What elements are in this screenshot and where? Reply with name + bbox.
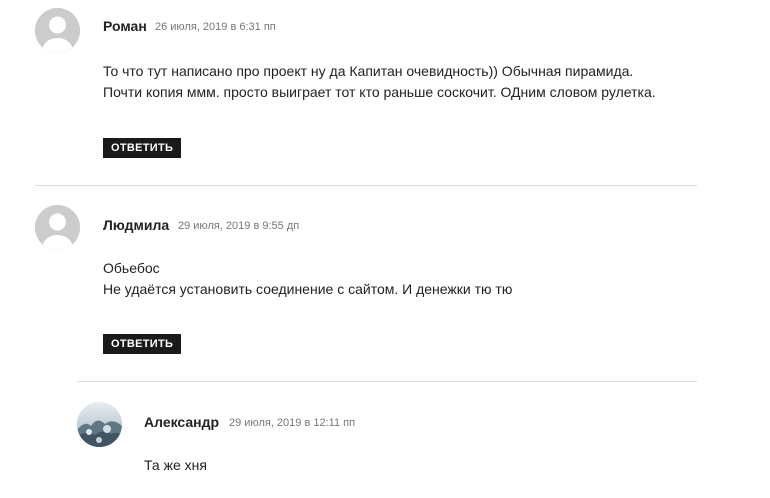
default-user-icon xyxy=(35,8,80,53)
avatar-default xyxy=(35,205,80,250)
user-photo-icon xyxy=(77,402,122,447)
comment-text-line: Почти копия ммм. просто выиграет тот кто… xyxy=(103,84,656,100)
comment-divider xyxy=(35,185,697,186)
comment-text: Обьебос Не удаётся установить соединение… xyxy=(103,258,512,300)
comment-author[interactable]: Людмила xyxy=(103,217,169,233)
comment-text: То что тут написано про проект ну да Кап… xyxy=(103,61,656,103)
reply-button[interactable]: ОТВЕТИТЬ xyxy=(103,138,182,158)
default-user-icon xyxy=(35,205,80,250)
comment-author[interactable]: Александр xyxy=(144,414,219,430)
comment-text-line: Обьебос xyxy=(103,260,160,276)
comment-date[interactable]: 26 июля, 2019 в 6:31 пп xyxy=(155,21,276,33)
reply-button[interactable]: ОТВЕТИТЬ xyxy=(103,334,182,354)
comment-text-line: То что тут написано про проект ну да Кап… xyxy=(103,63,634,79)
avatar-default xyxy=(35,8,80,53)
comment-divider xyxy=(77,381,697,382)
comment-text: Та же хня xyxy=(144,455,207,476)
comment-text-line: Не удаётся установить соединение с сайто… xyxy=(103,281,513,297)
comment-text-line: Та же хня xyxy=(144,457,207,473)
comment-date[interactable]: 29 июля, 2019 в 12:11 пп xyxy=(229,417,355,429)
comment-author[interactable]: Роман xyxy=(103,18,147,34)
comment-date[interactable]: 29 июля, 2019 в 9:55 дп xyxy=(178,220,299,232)
avatar-photo xyxy=(77,402,122,447)
